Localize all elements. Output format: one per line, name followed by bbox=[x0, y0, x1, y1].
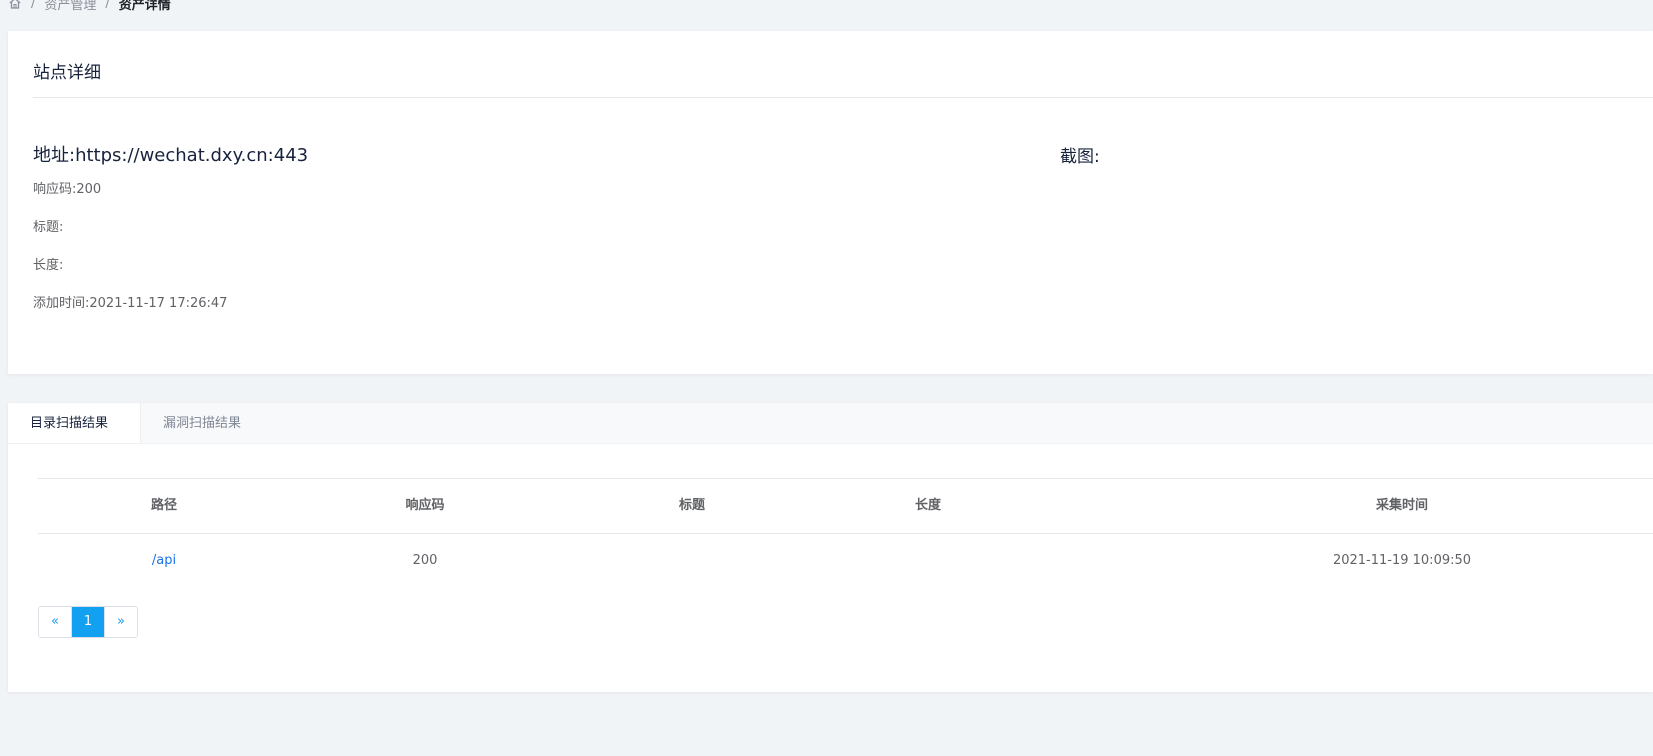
page-1-button[interactable]: 1 bbox=[71, 607, 104, 637]
tab-bar: 目录扫描结果 漏洞扫描结果 bbox=[8, 403, 1653, 444]
path-link[interactable]: /api bbox=[152, 553, 176, 568]
prev-page-button[interactable]: « bbox=[39, 607, 71, 637]
cell-path: /api bbox=[152, 534, 176, 588]
length-field: 长度: bbox=[33, 258, 64, 273]
next-page-button[interactable]: » bbox=[104, 607, 137, 637]
column-status-code[interactable]: 响应码 bbox=[405, 479, 444, 533]
scan-results-card: 目录扫描结果 漏洞扫描结果 路径 响应码 标题 长度 采集时间 /api 200… bbox=[8, 403, 1653, 692]
breadcrumb-item-asset-management[interactable]: 资产管理 bbox=[44, 0, 96, 13]
breadcrumb-separator: / bbox=[31, 0, 36, 11]
column-path[interactable]: 路径 bbox=[151, 479, 177, 533]
cell-collect-time: 2021-11-19 10:09:50 bbox=[1332, 553, 1472, 568]
results-table: 路径 响应码 标题 长度 采集时间 /api 200 2021-11-19 10… bbox=[38, 478, 1653, 588]
breadcrumb: / 资产管理 / 资产详情 bbox=[8, 0, 171, 14]
cell-status-code: 200 bbox=[412, 553, 438, 568]
pagination: « 1 » bbox=[38, 606, 138, 638]
home-icon[interactable] bbox=[8, 0, 22, 10]
site-detail-card: 站点详细 地址:https://wechat.dxy.cn:443 响应码:20… bbox=[8, 31, 1653, 374]
table-header: 路径 响应码 标题 长度 采集时间 bbox=[38, 478, 1653, 534]
status-code: 响应码:200 bbox=[33, 182, 102, 197]
added-time: 添加时间:2021-11-17 17:26:47 bbox=[33, 296, 228, 311]
column-collect-time[interactable]: 采集时间 bbox=[1376, 479, 1428, 533]
site-address: 地址:https://wechat.dxy.cn:443 bbox=[33, 145, 309, 166]
column-title[interactable]: 标题 bbox=[679, 479, 705, 533]
tab-vulnerability-scan[interactable]: 漏洞扫描结果 bbox=[141, 403, 263, 443]
screenshot-label: 截图: bbox=[1060, 147, 1100, 167]
page-title-field: 标题: bbox=[33, 220, 64, 235]
tab-directory-scan[interactable]: 目录扫描结果 bbox=[8, 403, 141, 443]
breadcrumb-item-current: 资产详情 bbox=[118, 0, 171, 13]
column-length[interactable]: 长度 bbox=[915, 479, 941, 533]
table-row: /api 200 2021-11-19 10:09:50 bbox=[38, 534, 1653, 588]
card-title: 站点详细 bbox=[33, 63, 101, 83]
divider bbox=[33, 97, 1653, 98]
breadcrumb-separator: / bbox=[105, 0, 110, 11]
